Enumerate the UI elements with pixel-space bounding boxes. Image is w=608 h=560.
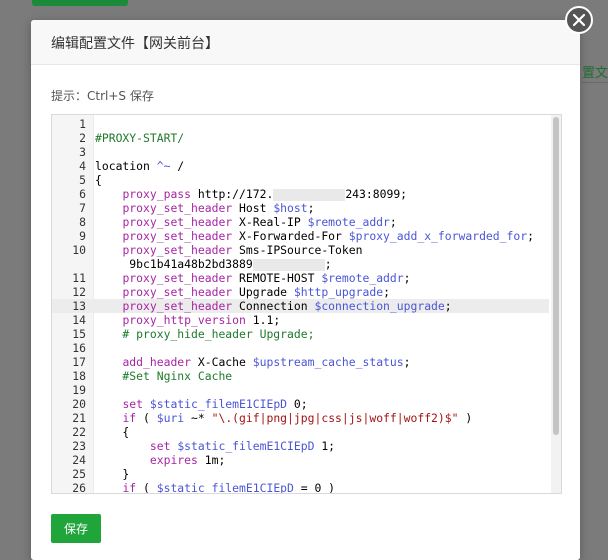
line-number: 2: [79, 131, 86, 145]
code-line: 2 #PROXY-START/: [52, 131, 549, 145]
line-text: {: [95, 173, 102, 187]
line-number: 21: [72, 411, 86, 425]
code-line: 23 set $static_filemE1CIEpD 1;: [52, 439, 549, 453]
line-number: 6: [79, 187, 86, 201]
line-text: # proxy_hide_header Upgrade;: [95, 327, 315, 341]
line-text: proxy_set_header X-Real-IP $remote_addr;: [122, 215, 397, 229]
code-line: 21 if ( $uri ~* "\.(gif|png|jpg|css|js|w…: [52, 411, 549, 425]
code-line: 18 #Set Nginx Cache: [52, 369, 549, 383]
close-button[interactable]: [565, 6, 593, 34]
close-icon: [572, 13, 586, 27]
line-text: proxy_set_header X-Forwarded-For $proxy_…: [122, 229, 534, 243]
line-number: 18: [72, 369, 86, 383]
line-number: 26: [72, 481, 86, 494]
line-number: 7: [79, 201, 86, 215]
code-line: 15 # proxy_hide_header Upgrade;: [52, 327, 549, 341]
line-text: add_header X-Cache $upstream_cache_statu…: [122, 355, 411, 369]
code-line: 22 {: [52, 425, 549, 439]
line-text: proxy_pass http://172. 243:8099;: [122, 187, 408, 201]
code-line: 1: [52, 117, 549, 131]
line-number: 10: [72, 243, 86, 257]
line-number: 5: [79, 173, 86, 187]
line-number: 9: [79, 229, 86, 243]
code-line: 17 add_header X-Cache $upstream_cache_st…: [52, 355, 549, 369]
line-number: 8: [79, 215, 86, 229]
save-button[interactable]: 保存: [51, 514, 101, 543]
code-line: 11 proxy_set_header REMOTE-HOST $remote_…: [52, 271, 549, 285]
line-text: if ( $static_filemE1CIEpD = 0 ): [122, 481, 336, 494]
scrollbar-thumb[interactable]: [553, 117, 559, 435]
redacted-text: [252, 258, 325, 271]
code-line: 4 location ^~ /: [52, 159, 549, 173]
line-number: 13: [72, 299, 86, 313]
code-line: 5 {: [52, 173, 549, 187]
code-line: 19: [52, 383, 549, 397]
code-line: 7 proxy_set_header Host $host;: [52, 201, 549, 215]
line-text: set $static_filemE1CIEpD 1;: [149, 439, 336, 453]
code-line: 6 proxy_pass http://172. 243:8099;: [52, 187, 549, 201]
line-number: 12: [72, 285, 86, 299]
line-text: proxy_set_header Host $host;: [122, 201, 315, 215]
code-lines: 1 2 #PROXY-START/ 3 4 location ^~ / 5 { …: [52, 117, 549, 494]
line-number: 22: [72, 425, 86, 439]
line-number: 14: [72, 313, 86, 327]
code-line: 20 set $static_filemE1CIEpD 0;: [52, 397, 549, 411]
line-text: proxy_set_header Upgrade $http_upgrade;: [122, 285, 390, 299]
line-number: 23: [72, 439, 86, 453]
line-text: #Set Nginx Cache: [95, 369, 233, 383]
code-line-active: 13 proxy_set_header Connection $connecti…: [52, 299, 549, 313]
line-number: 4: [79, 159, 86, 173]
code-line: 26 if ( $static_filemE1CIEpD = 0 ): [52, 481, 549, 494]
line-text: proxy_set_header Sms-IPSource-Token 9bc1…: [122, 243, 363, 271]
line-number: 15: [72, 327, 86, 341]
background-green-button: [32, 0, 128, 6]
line-number: 16: [72, 341, 86, 355]
code-line: 9 proxy_set_header X-Forwarded-For $prox…: [52, 229, 549, 243]
line-text: }: [95, 467, 130, 481]
save-hint: 提示：Ctrl+S 保存: [51, 89, 154, 103]
code-editor[interactable]: 1 2 #PROXY-START/ 3 4 location ^~ / 5 { …: [51, 114, 562, 494]
line-text: location ^~ /: [95, 159, 185, 173]
line-number: 3: [79, 145, 86, 159]
code-line: 3: [52, 145, 549, 159]
redacted-text: [273, 188, 346, 201]
code-line: 25 }: [52, 467, 549, 481]
code-line: 12 proxy_set_header Upgrade $http_upgrad…: [52, 285, 549, 299]
line-number: 17: [72, 355, 86, 369]
dialog-title: 编辑配置文件【网关前台】: [51, 36, 219, 52]
line-text: set $static_filemE1CIEpD 0;: [122, 397, 308, 411]
code-line: 24 expires 1m;: [52, 453, 549, 467]
code-line: 16: [52, 341, 549, 355]
dialog-header: 编辑配置文件【网关前台】: [31, 20, 580, 65]
line-number: 19: [72, 383, 86, 397]
config-editor-dialog: 编辑配置文件【网关前台】 提示：Ctrl+S 保存 1 2 #PROXY-STA…: [31, 20, 580, 560]
line-text: {: [95, 425, 130, 439]
line-text: proxy_set_header Connection $connection_…: [122, 299, 452, 313]
line-text: expires 1m;: [149, 453, 226, 467]
line-number: 24: [72, 453, 86, 467]
line-text: proxy_set_header REMOTE-HOST $remote_add…: [122, 271, 411, 285]
line-number: 20: [72, 397, 86, 411]
line-text: if ( $uri ~* "\.(gif|png|jpg|css|js|woff…: [122, 411, 473, 425]
code-line: 14 proxy_http_version 1.1;: [52, 313, 549, 327]
line-number: 1: [79, 117, 86, 131]
background-side-text: 置文: [582, 66, 608, 81]
code-line: 8 proxy_set_header X-Real-IP $remote_add…: [52, 215, 549, 229]
background-divider: [582, 82, 608, 83]
line-number: 25: [72, 467, 86, 481]
line-number: 11: [72, 271, 86, 285]
line-text: #PROXY-START/: [95, 131, 185, 145]
editor-scrollbar[interactable]: [551, 115, 561, 493]
code-line: 10 proxy_set_header Sms-IPSource-Token 9…: [52, 243, 549, 271]
line-text: proxy_http_version 1.1;: [122, 313, 281, 327]
